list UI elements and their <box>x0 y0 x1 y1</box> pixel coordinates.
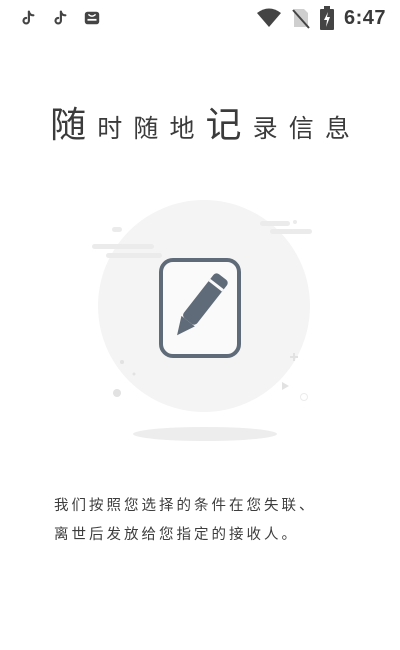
headline-char: 时 <box>97 114 123 143</box>
status-bar: 6:47 <box>0 0 400 36</box>
shop-icon <box>84 11 100 25</box>
edit-illustration <box>92 200 312 441</box>
tiktok-icon <box>54 10 67 25</box>
description: 我们按照您选择的条件在您失联、 离世后发放给您指定的接收人。 <box>54 492 364 550</box>
headline-char: 信 <box>288 114 314 143</box>
description-line: 离世后发放给您指定的接收人。 <box>54 527 299 543</box>
headline-char: 息 <box>324 114 350 143</box>
no-sim-icon <box>292 9 310 29</box>
status-time: 6:47 <box>343 6 386 29</box>
headline-char: 录 <box>252 114 278 143</box>
illustration-shadow <box>133 427 277 441</box>
description-line: 我们按照您选择的条件在您失联、 <box>54 498 317 514</box>
headline: 随 时 随 地 记 录 信 息 <box>0 96 400 148</box>
tiktok-icon <box>22 10 35 25</box>
notification-icons <box>18 9 102 27</box>
headline-char: 随 <box>133 114 159 143</box>
headline-char: 地 <box>169 114 195 143</box>
battery-charging-icon <box>319 6 334 30</box>
system-icons: 6:47 <box>256 6 386 30</box>
edit-pencil-icon <box>159 258 241 358</box>
headline-char: 随 <box>50 105 87 146</box>
headline-char: 记 <box>205 105 242 146</box>
wifi-icon <box>256 8 281 27</box>
